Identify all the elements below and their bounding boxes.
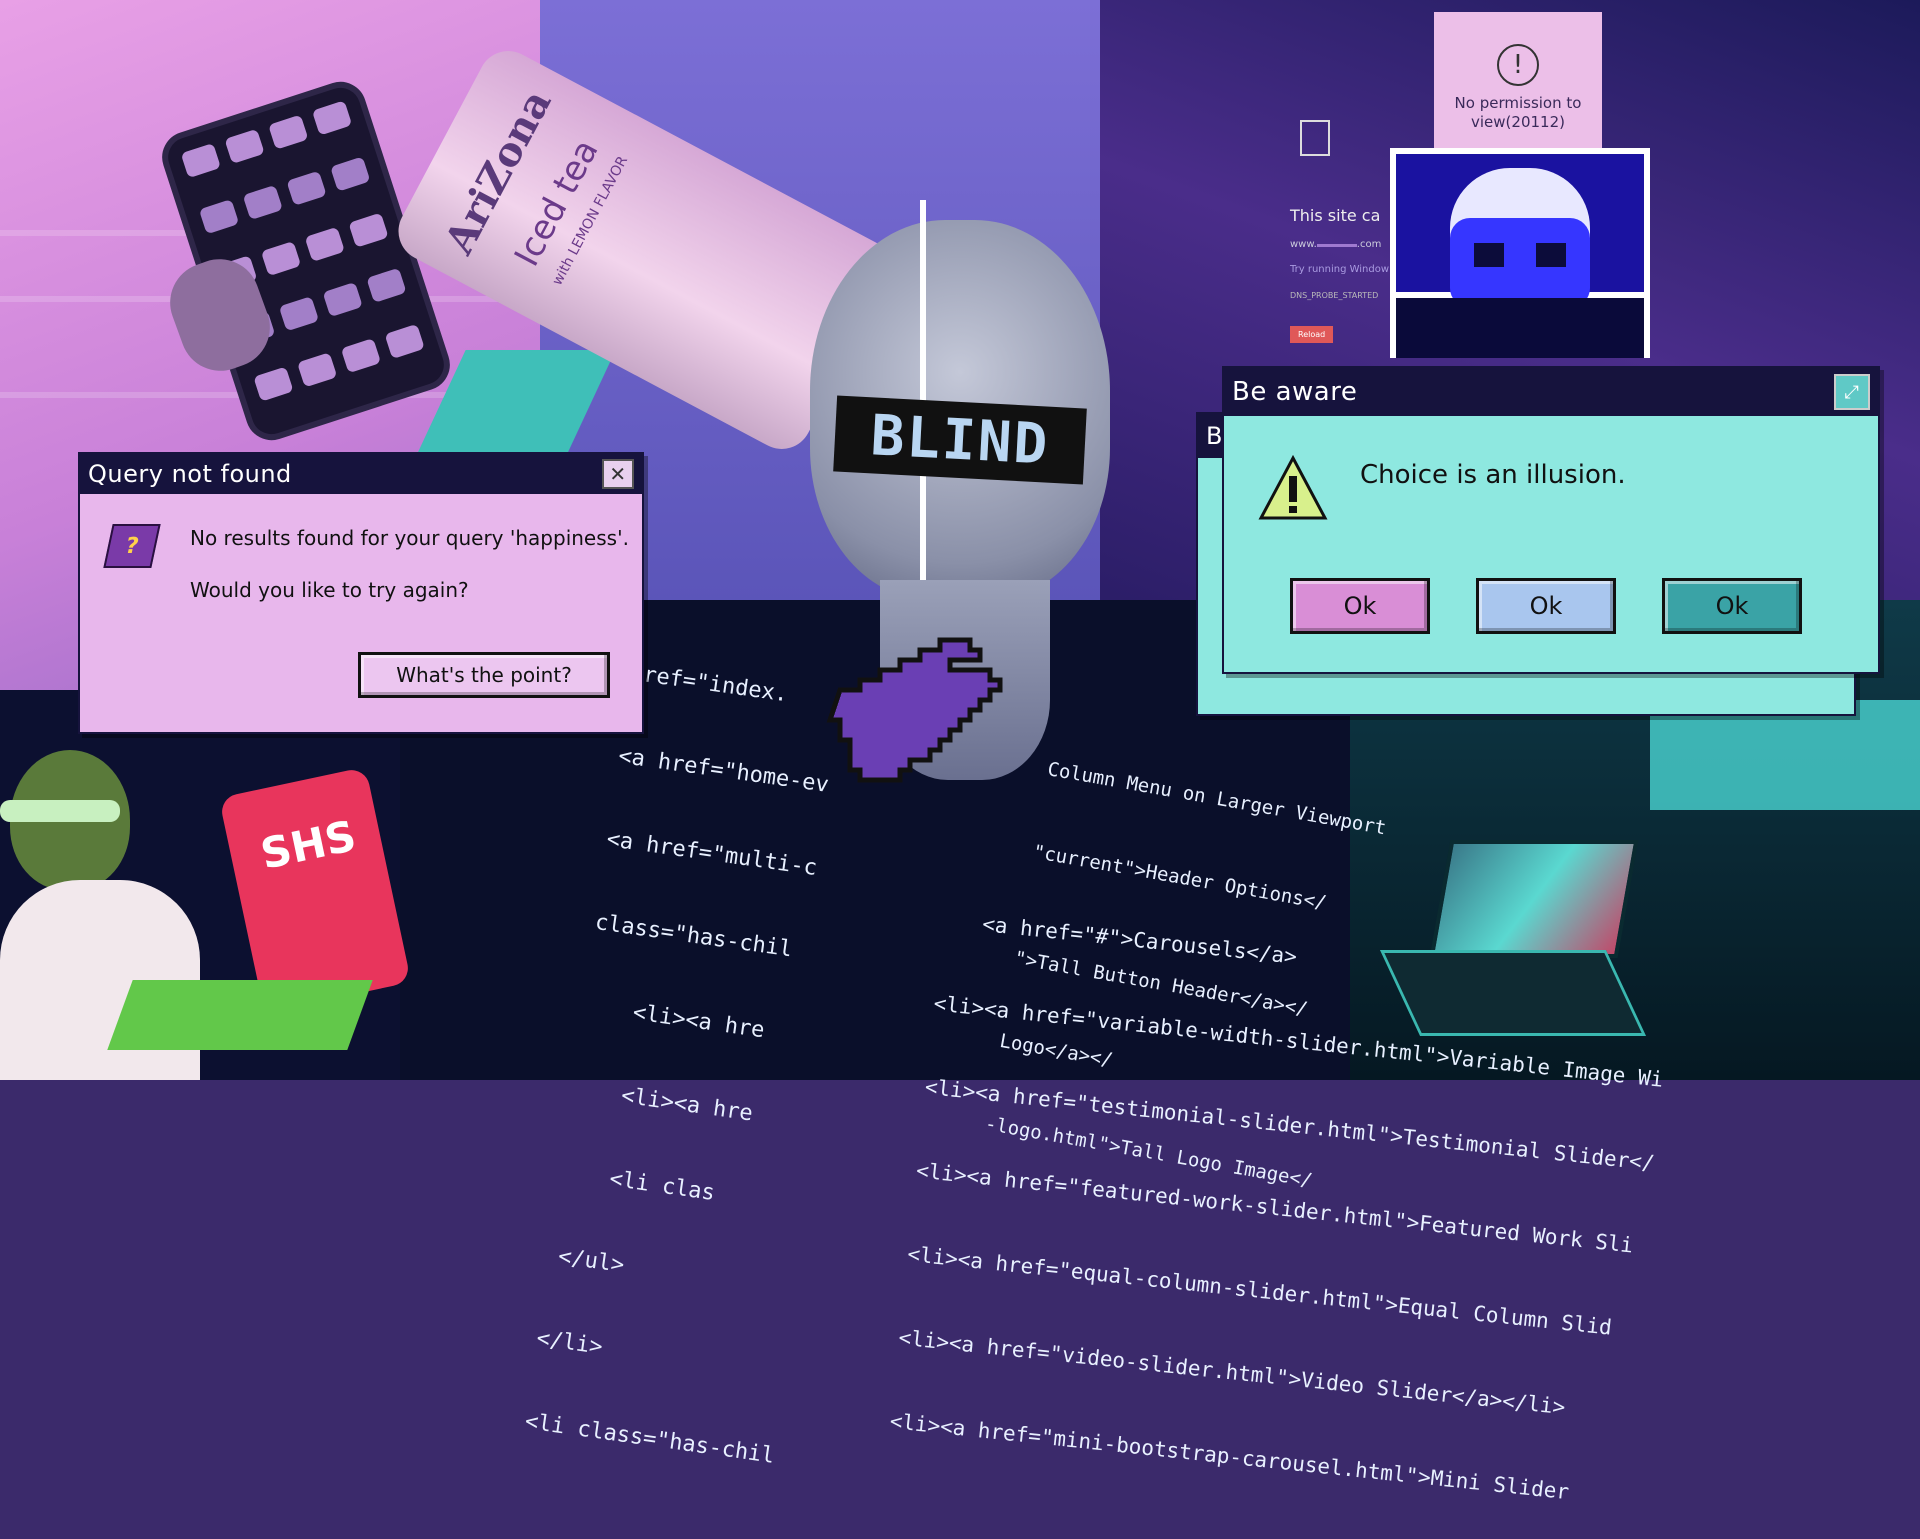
toy-laptop: SHS [218,766,412,1014]
cyan-glitch-block [1650,700,1920,810]
code-line: </ul> [556,1244,626,1279]
pixel-ghost-character [1390,148,1650,358]
crack-line [920,200,926,580]
laptop-badge: SHS [256,810,361,879]
ok-button-2[interactable]: Ok [1476,578,1616,634]
code-line: "current">Header Options</ [1031,840,1329,915]
query-not-found-dialog: Query not found ✕ ? No results found for… [78,452,644,734]
whats-the-point-button[interactable]: What's the point? [358,652,610,698]
warning-circle-icon: ! [1497,44,1539,86]
dialog-title: B [1206,422,1223,450]
dialog-titlebar: Be aware ⤢ [1224,368,1878,416]
close-icon: ✕ [609,462,627,486]
error-url: www. [1290,239,1317,250]
pointing-hand-cursor-icon [820,610,1020,814]
blind-text: BLIND [869,402,1051,478]
code-line: <li class="has-chil [523,1409,777,1469]
dialog-message: Choice is an illusion. [1360,460,1626,490]
close-button[interactable]: ✕ [602,459,634,489]
person-with-toy-laptop: SHS [0,700,412,1080]
dialog-message-2: Would you like to try again? [190,578,469,602]
code-line: <li><a href="equal-column-slider.html">E… [906,1241,1613,1340]
code-line: Logo</a></ [998,1029,1115,1072]
help-book-icon: ? [103,524,161,568]
sad-page-icon [1300,120,1330,156]
sunglasses [0,800,120,822]
warning-triangle-icon [1258,454,1328,528]
code-line: class="has-chil [593,909,794,963]
error-url-suffix: .com [1356,239,1382,250]
dialog-titlebar: Query not found ✕ [80,454,642,494]
permission-text: No permission to view(20112) [1454,94,1582,131]
pixel-laptop-illustration [1379,840,1647,1040]
code-line: <a href="multi-c [605,826,819,882]
code-line: <li><a href="video-slider.html">Video Sl… [897,1325,1567,1420]
dialog-title: Query not found [88,460,292,488]
blind-label: BLIND [833,395,1087,485]
dialog-title: Be aware [1232,377,1358,407]
ok-button-3[interactable]: Ok [1662,578,1802,634]
be-aware-dialog: Be aware ⤢ Choice is an illusion. Ok Ok … [1222,366,1880,674]
ok-button-1[interactable]: Ok [1290,578,1430,634]
permission-popup: ! No permission to view(20112) [1434,12,1602,154]
dialog-message-1: No results found for your query 'happine… [190,526,629,550]
code-line: <li><a hre [631,1000,766,1044]
code-line: <li><a href="mini-bootstrap-carousel.htm… [888,1408,1571,1505]
code-line: ">Tall Button Header</a></ [1012,947,1310,1021]
code-line: </li> [535,1325,605,1360]
resize-icon: ⤢ [1844,381,1860,403]
maximize-button[interactable]: ⤢ [1834,374,1870,410]
code-line: <li><a hre [619,1083,755,1127]
code-line: <li clas [607,1166,717,1207]
reload-button[interactable]: Reload [1290,326,1334,343]
code-line: Column Menu on Larger Viewport [1045,758,1388,840]
